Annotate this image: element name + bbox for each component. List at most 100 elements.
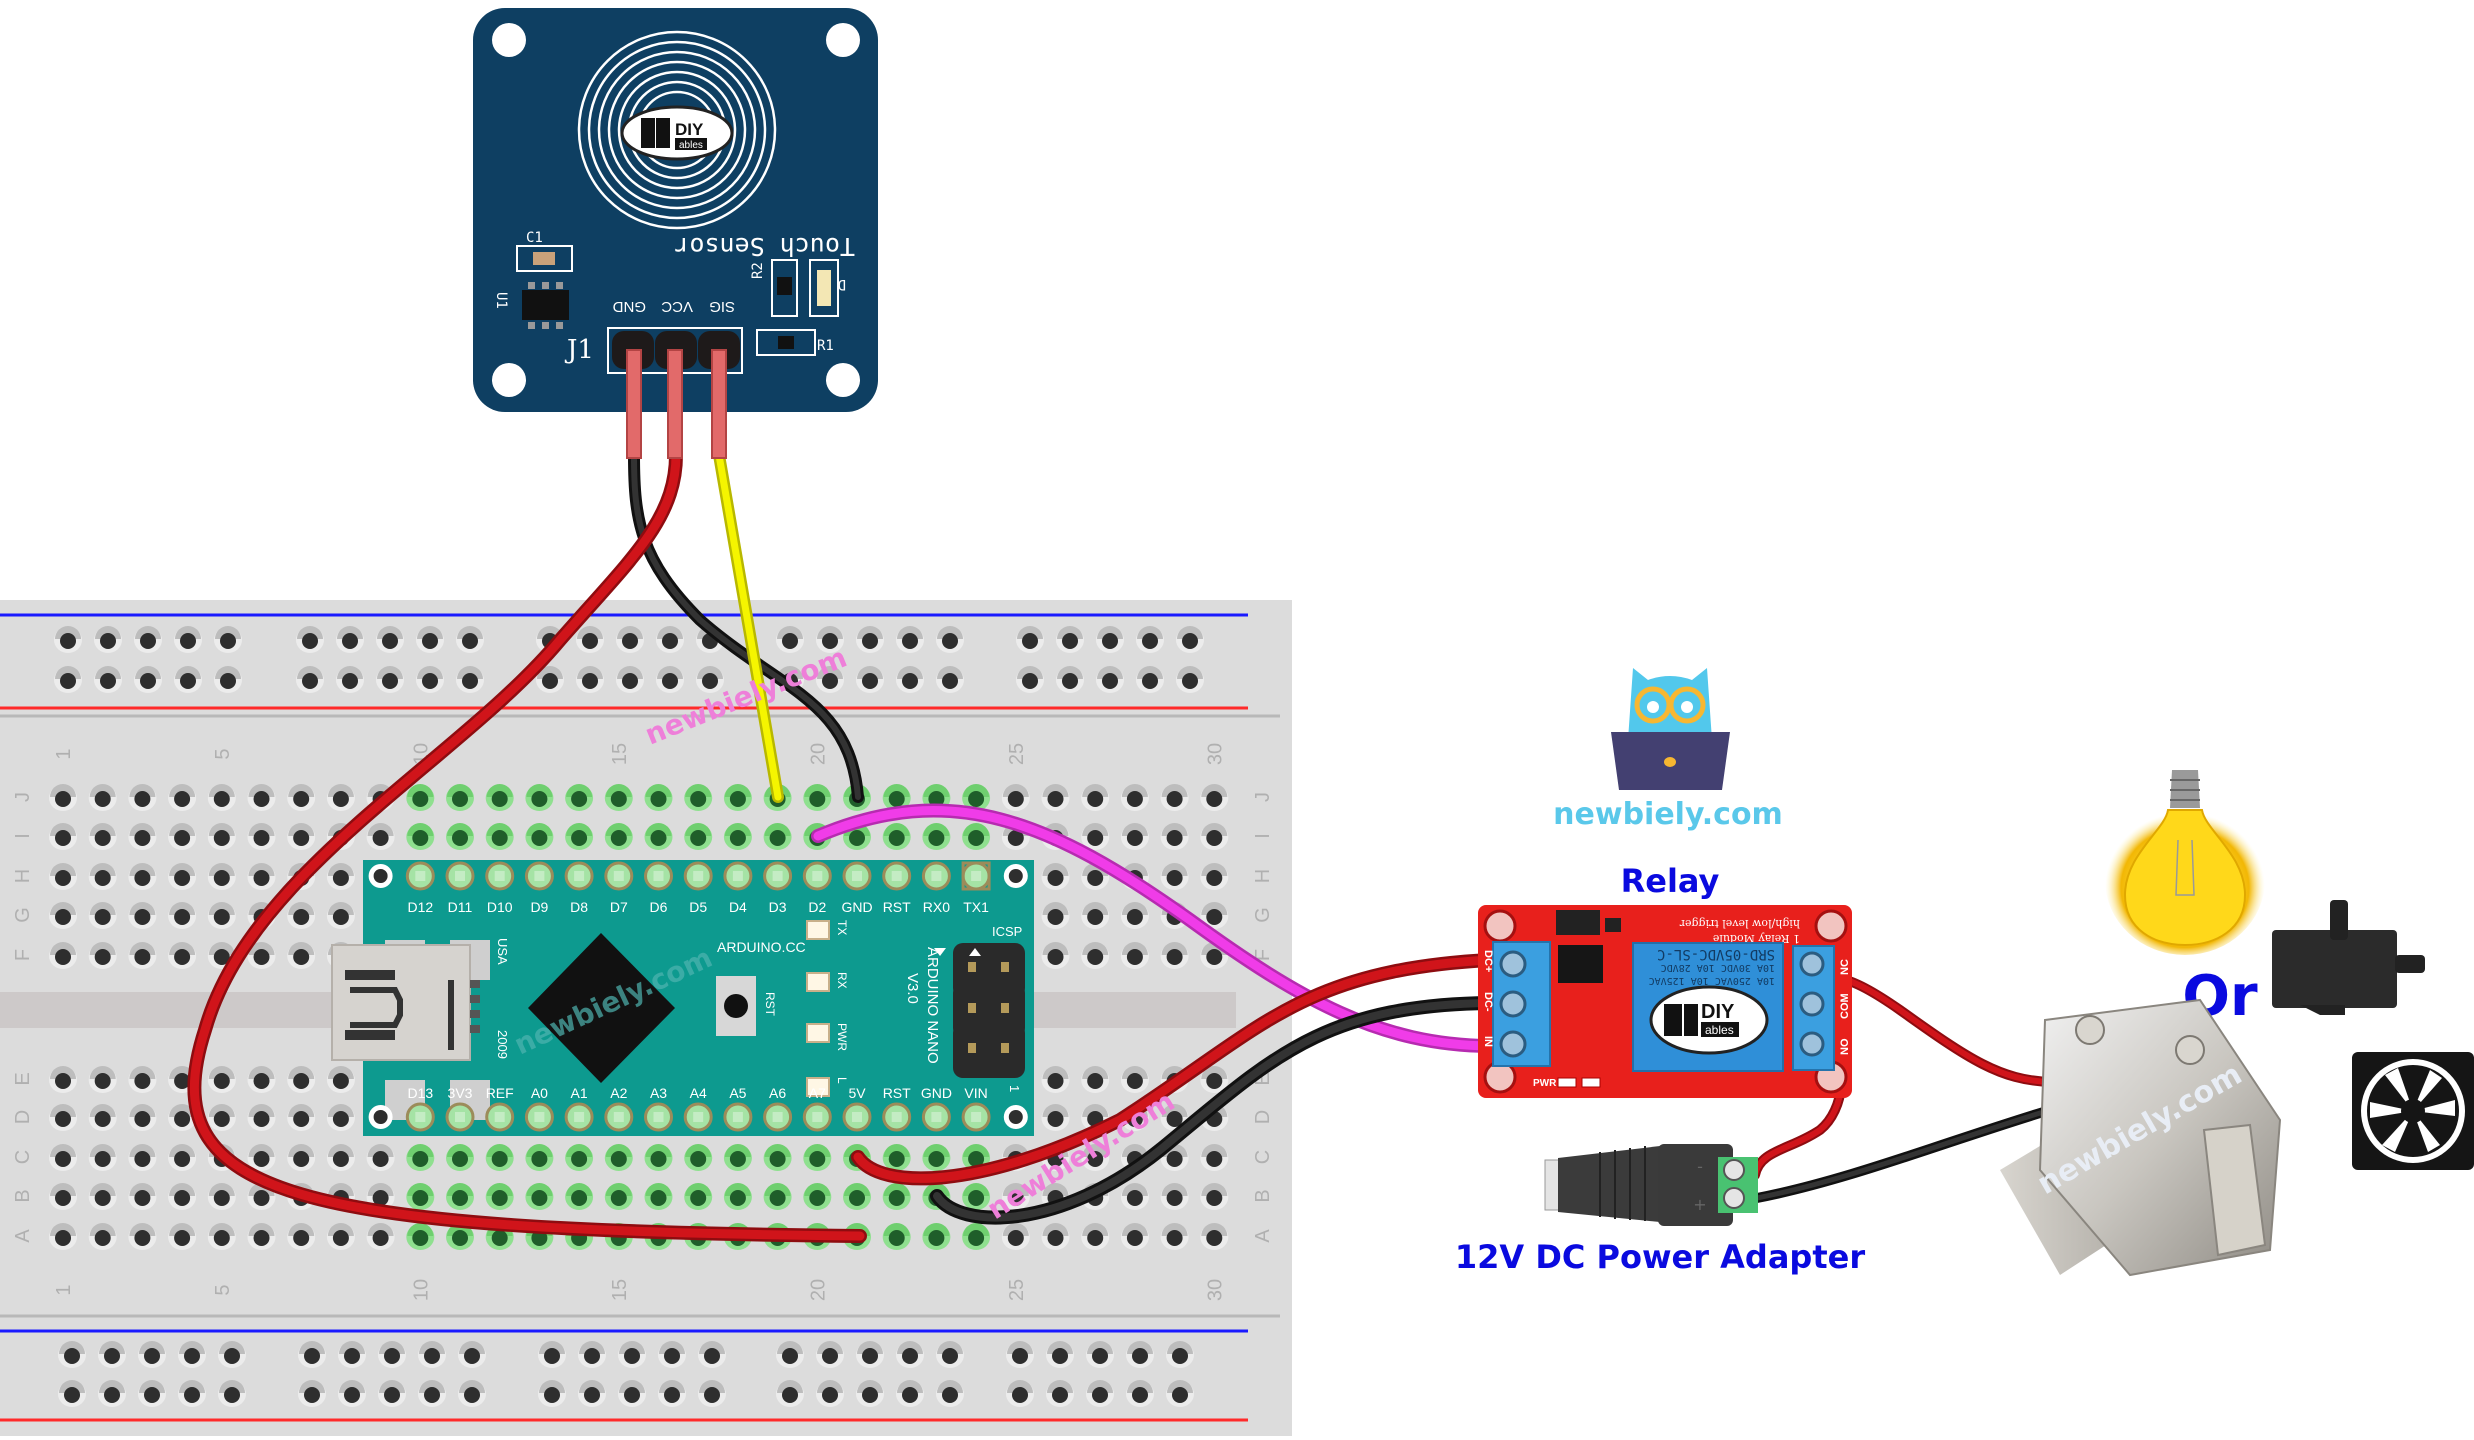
hole-center — [662, 673, 678, 689]
row-letter: H — [12, 869, 34, 883]
adapter-screw-plus[interactable] — [1723, 1187, 1745, 1209]
hole-center — [344, 1348, 360, 1364]
hole-center — [180, 673, 196, 689]
pin-label: RST — [883, 899, 911, 915]
pin-vcc[interactable] — [667, 349, 683, 459]
hole-center — [1052, 1348, 1068, 1364]
hole-center — [134, 870, 151, 886]
hole-center — [464, 1387, 480, 1403]
hole-center — [622, 673, 638, 689]
pin-label: D6 — [650, 899, 668, 915]
row-letter: A — [12, 1229, 34, 1243]
hole-center — [213, 830, 230, 846]
hole-center — [452, 1190, 468, 1206]
pin-sig[interactable] — [711, 349, 727, 459]
pin-label: D7 — [610, 899, 628, 915]
terminal-screw-nc[interactable] — [1799, 951, 1825, 977]
hole-center — [704, 1387, 720, 1403]
hole-center — [888, 791, 905, 807]
hole-center — [372, 830, 389, 846]
hole-center — [531, 1190, 548, 1206]
hole-center — [1047, 1230, 1064, 1246]
r2-label: R2 — [750, 262, 766, 279]
hole-center — [1007, 1230, 1024, 1246]
nano-usa-text: USA — [495, 938, 510, 965]
water-pump-icon — [2272, 900, 2425, 1015]
hole-center — [293, 830, 310, 846]
hole-center — [622, 633, 638, 649]
hole-center — [1102, 673, 1118, 689]
relay-part-number: SRD-05VDC-SL-C — [1657, 946, 1775, 962]
hole-center — [213, 791, 230, 807]
icsp-pin1-label: 1 — [1007, 1085, 1022, 1092]
hole-center — [571, 1190, 588, 1206]
row-letter: C — [12, 1150, 34, 1164]
hole-center — [412, 1230, 429, 1246]
hole-center — [582, 633, 598, 649]
newbiely-logo — [1611, 668, 1730, 790]
hole-center — [213, 1073, 230, 1089]
hole-center — [373, 869, 388, 883]
hole-center — [302, 673, 318, 689]
pin-label: 3V3 — [448, 1085, 473, 1101]
hole-center — [134, 1230, 151, 1246]
hole-center — [1012, 1348, 1028, 1364]
pin-label: A2 — [610, 1085, 627, 1101]
hole-center — [1092, 1348, 1108, 1364]
hole-center — [174, 1151, 191, 1167]
newbiely-logo-text: newbiely.com — [1553, 797, 1783, 832]
hole-center — [224, 1387, 240, 1403]
reset-button-cap[interactable] — [724, 994, 748, 1018]
pin-label: D12 — [407, 899, 433, 915]
column-number: 1 — [53, 1284, 75, 1295]
hole-center — [1166, 830, 1183, 846]
pin-pad — [812, 1112, 823, 1122]
pin-label-sig: SIG — [709, 298, 735, 315]
row-letter: H — [1252, 869, 1274, 883]
led-rx — [806, 972, 830, 992]
hole-center — [60, 673, 76, 689]
led-tx — [806, 920, 830, 940]
pin-label: A5 — [729, 1085, 746, 1101]
hole-center — [650, 1190, 667, 1206]
hole-center — [1087, 1230, 1104, 1246]
hole-center — [822, 1348, 838, 1364]
hole-center — [134, 1111, 151, 1127]
hole-center — [302, 633, 318, 649]
hole-center — [1092, 1387, 1108, 1403]
hole-center — [134, 909, 151, 925]
hole-center — [1142, 673, 1158, 689]
hole-center — [664, 1348, 680, 1364]
terminal-screw-dcplus[interactable] — [1499, 950, 1527, 978]
hole-center — [1206, 1190, 1223, 1206]
hole-center — [624, 1348, 640, 1364]
hole-center — [213, 1230, 230, 1246]
hole-center — [544, 1348, 560, 1364]
terminal-screw-dcminus[interactable] — [1499, 990, 1527, 1018]
terminal-screw-com[interactable] — [1799, 991, 1825, 1017]
hole-center — [491, 1230, 508, 1246]
hole-center — [1087, 949, 1104, 965]
hole-center — [531, 791, 548, 807]
nano-brand-text: ARDUINO.CC — [717, 939, 806, 955]
adapter-screw-minus[interactable] — [1723, 1159, 1745, 1181]
hole-center — [144, 1387, 160, 1403]
hole-center — [55, 830, 71, 846]
led-label: TX — [835, 920, 849, 935]
diyables-logo: DIY ables — [620, 105, 734, 161]
hole-center — [55, 909, 71, 925]
hole-center — [140, 633, 156, 649]
hole-center — [1052, 1387, 1068, 1403]
hole-center — [344, 1387, 360, 1403]
hole-center — [462, 633, 478, 649]
terminal-screw-no[interactable] — [1799, 1031, 1825, 1057]
hole-center — [571, 1151, 588, 1167]
adapter-minus-symbol: - — [1697, 1157, 1703, 1176]
pin-gnd[interactable] — [626, 349, 642, 459]
pin-label: VIN — [964, 1085, 987, 1101]
optocoupler — [1558, 945, 1603, 983]
trigger-jumper[interactable] — [1556, 910, 1600, 935]
terminal-screw-in[interactable] — [1499, 1030, 1527, 1058]
r1-label: R1 — [817, 338, 834, 354]
hole-center — [729, 1151, 746, 1167]
